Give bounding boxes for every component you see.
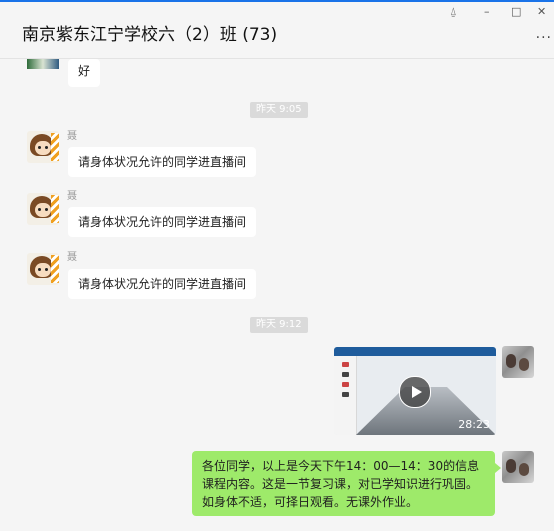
message-list[interactable]: 好 昨天 9:05 聂 请身体状况允许的同学进直播间 聂 请身体状况允许的同学进… <box>0 59 554 531</box>
video-duration: 28:23 <box>458 418 490 431</box>
message-bubble[interactable]: 请身体状况允许的同学进直播间 <box>68 147 257 177</box>
play-icon[interactable] <box>399 376 431 408</box>
maximize-icon[interactable]: □ <box>511 5 521 18</box>
avatar[interactable] <box>502 346 534 378</box>
avatar[interactable] <box>502 451 534 483</box>
minimize-icon[interactable]: – <box>484 5 490 18</box>
chat-title: 南京紫东江宁学校六（2）班 (73) <box>22 25 278 45</box>
avatar[interactable] <box>27 253 59 285</box>
sender-name: 聂 <box>67 252 77 263</box>
avatar[interactable] <box>27 59 59 69</box>
pin-icon[interactable]: ⍙ <box>450 5 457 19</box>
close-icon[interactable]: ✕ <box>537 5 546 18</box>
timestamp: 昨天 9:12 <box>250 317 308 333</box>
sender-name: 聂 <box>67 191 77 202</box>
message-bubble[interactable]: 请身体状况允许的同学进直播间 <box>68 207 257 237</box>
sender-name: 聂 <box>67 131 77 142</box>
avatar[interactable] <box>27 193 59 225</box>
chat-header: 南京紫东江宁学校六（2）班 (73) ⍙ – □ ✕ ... <box>0 2 554 59</box>
message-bubble-outgoing[interactable]: 各位同学，以上是今天下午14：00—14：30的信息课程内容。这是一节复习课，对… <box>192 451 501 516</box>
message-bubble[interactable]: 好 <box>68 59 101 87</box>
video-message[interactable]: 28:23 <box>334 347 496 435</box>
avatar[interactable] <box>27 131 59 163</box>
message-bubble[interactable]: 请身体状况允许的同学进直播间 <box>68 269 257 299</box>
more-options-icon[interactable]: ... <box>536 26 552 42</box>
timestamp: 昨天 9:05 <box>250 102 308 118</box>
